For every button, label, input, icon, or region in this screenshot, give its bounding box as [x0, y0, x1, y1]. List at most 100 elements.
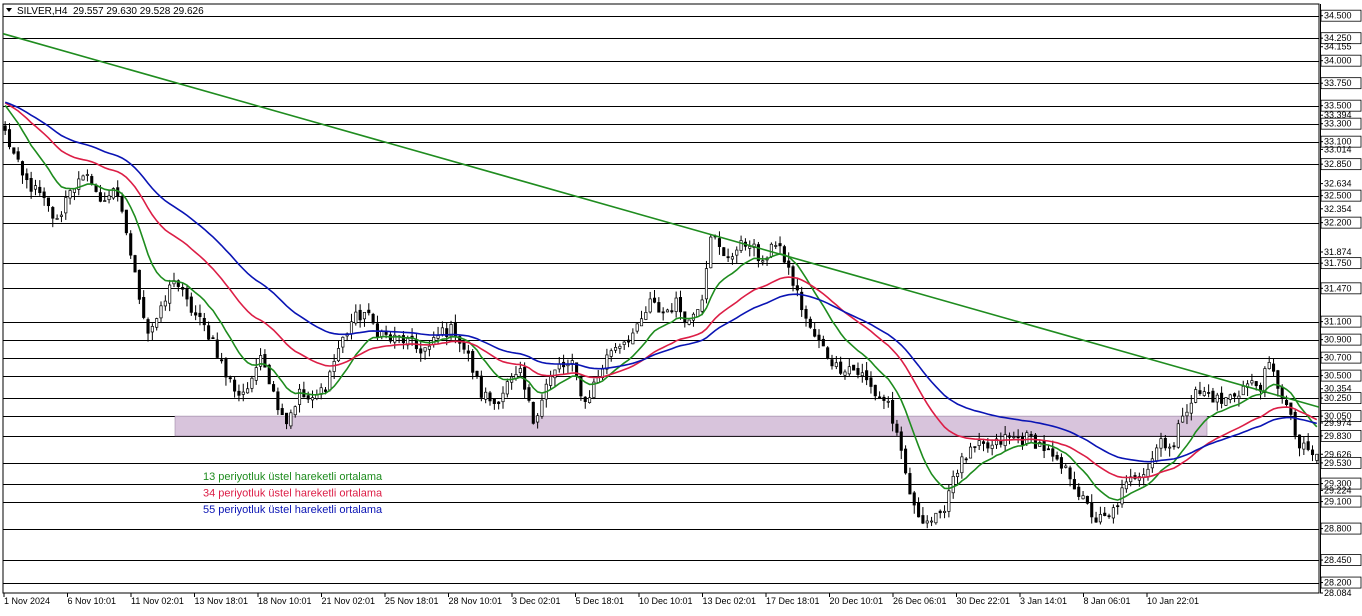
candle-body[interactable]	[748, 246, 752, 249]
candle-body[interactable]	[349, 321, 354, 335]
candle-body[interactable]	[51, 207, 55, 219]
candle-body[interactable]	[85, 174, 89, 176]
triangle-down-icon[interactable]	[6, 8, 12, 12]
candle-body[interactable]	[432, 337, 436, 345]
candle-body[interactable]	[163, 300, 167, 307]
candle-body[interactable]	[492, 398, 496, 404]
candle-body[interactable]	[769, 243, 773, 257]
candle-body[interactable]	[670, 310, 674, 313]
candle-body[interactable]	[674, 297, 678, 312]
candle-body[interactable]	[224, 358, 228, 378]
candle-body[interactable]	[1124, 481, 1128, 490]
candle-body[interactable]	[505, 381, 509, 395]
candle-body[interactable]	[159, 305, 163, 319]
candle-body[interactable]	[293, 406, 297, 416]
candle-body[interactable]	[1012, 436, 1016, 439]
candle-body[interactable]	[964, 458, 968, 461]
candle-body[interactable]	[25, 173, 29, 181]
candle-body[interactable]	[549, 376, 553, 386]
descending-trendline[interactable]	[2, 32, 1320, 408]
candle-body[interactable]	[661, 311, 665, 314]
candle-body[interactable]	[46, 197, 50, 207]
candle-body[interactable]	[202, 317, 206, 326]
candle-body[interactable]	[899, 431, 903, 451]
candle-body[interactable]	[1207, 392, 1211, 394]
candle-body[interactable]	[254, 367, 258, 381]
candle-body[interactable]	[90, 176, 94, 184]
candle-body[interactable]	[981, 441, 986, 444]
candle-body[interactable]	[475, 370, 479, 377]
candle-body[interactable]	[137, 269, 141, 300]
candle-body[interactable]	[1289, 402, 1293, 415]
candle-body[interactable]	[246, 388, 250, 394]
candle-body[interactable]	[462, 342, 466, 350]
candle-body[interactable]	[947, 490, 951, 512]
candle-body[interactable]	[968, 446, 973, 459]
candle-body[interactable]	[895, 423, 899, 433]
candle-body[interactable]	[588, 397, 592, 403]
candle-body[interactable]	[739, 240, 743, 251]
candle-body[interactable]	[622, 341, 626, 345]
candle-body[interactable]	[198, 312, 202, 317]
candle-body[interactable]	[839, 361, 843, 374]
candle-body[interactable]	[38, 186, 42, 194]
candle-body[interactable]	[168, 284, 172, 304]
candle-body[interactable]	[103, 200, 107, 202]
candle-body[interactable]	[1107, 515, 1111, 518]
candle-body[interactable]	[1181, 415, 1185, 423]
candle-body[interactable]	[847, 366, 851, 375]
candle-body[interactable]	[1025, 432, 1029, 444]
candle-body[interactable]	[717, 238, 721, 247]
candle-body[interactable]	[1098, 514, 1102, 523]
candle-body[interactable]	[98, 192, 102, 202]
candle-body[interactable]	[501, 392, 505, 403]
candle-body[interactable]	[1146, 468, 1150, 477]
candle-body[interactable]	[614, 347, 618, 351]
candle-body[interactable]	[358, 309, 362, 321]
candle-body[interactable]	[1267, 361, 1271, 370]
candle-body[interactable]	[791, 266, 795, 286]
candle-body[interactable]	[536, 415, 540, 423]
candle-body[interactable]	[440, 327, 444, 336]
candle-body[interactable]	[64, 197, 68, 214]
candle-body[interactable]	[12, 147, 16, 154]
candle-body[interactable]	[1155, 447, 1159, 462]
candle-body[interactable]	[215, 339, 219, 358]
candle-body[interactable]	[484, 391, 488, 400]
candle-body[interactable]	[1284, 399, 1289, 406]
candle-body[interactable]	[683, 311, 687, 324]
candle-body[interactable]	[700, 299, 704, 312]
candle-body[interactable]	[289, 412, 293, 427]
candle-body[interactable]	[1042, 440, 1046, 451]
candle-body[interactable]	[635, 323, 639, 332]
candle-body[interactable]	[808, 318, 812, 328]
candle-body[interactable]	[33, 185, 38, 190]
candle-body[interactable]	[960, 456, 964, 474]
candle-body[interactable]	[886, 400, 890, 403]
candle-body[interactable]	[804, 308, 808, 319]
candle-body[interactable]	[1176, 423, 1180, 448]
candle-body[interactable]	[42, 191, 46, 199]
candle-body[interactable]	[72, 188, 76, 193]
candle-body[interactable]	[722, 247, 726, 257]
candle-body[interactable]	[1254, 381, 1258, 387]
candle-body[interactable]	[250, 377, 254, 389]
candle-body[interactable]	[873, 384, 877, 397]
candle-body[interactable]	[401, 335, 405, 344]
candle-body[interactable]	[371, 313, 375, 324]
candle-body[interactable]	[341, 336, 345, 348]
candle-body[interactable]	[1094, 517, 1098, 523]
ema-55-line[interactable]	[4, 101, 1317, 463]
candle-body[interactable]	[211, 337, 215, 340]
candle-body[interactable]	[817, 334, 821, 341]
candle-body[interactable]	[7, 129, 12, 148]
candle-body[interactable]	[1237, 395, 1241, 399]
candle-body[interactable]	[631, 332, 635, 345]
candle-body[interactable]	[466, 350, 470, 354]
candle-body[interactable]	[336, 348, 341, 362]
candle-body[interactable]	[1220, 392, 1224, 404]
candle-body[interactable]	[1250, 380, 1254, 384]
candle-body[interactable]	[107, 195, 111, 201]
candle-body[interactable]	[639, 318, 644, 327]
candle-body[interactable]	[1116, 505, 1120, 508]
